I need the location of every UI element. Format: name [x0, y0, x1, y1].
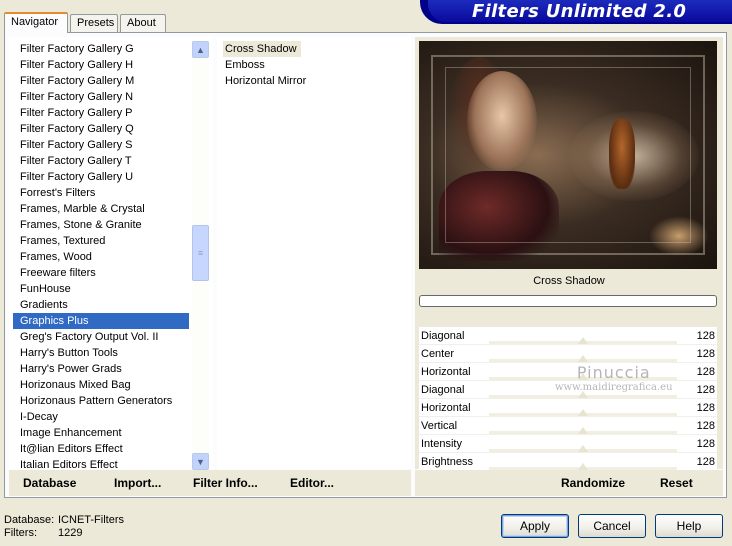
app-title: Filters Unlimited 2.0 — [472, 1, 687, 22]
category-item[interactable]: It@lian Editors Effect — [13, 441, 189, 457]
list-toolbar: Database Import... Filter Info... Editor… — [9, 470, 411, 496]
preview-toolbar: Randomize Reset — [415, 470, 723, 496]
parameter-slider[interactable]: Diagonal 128 — [419, 327, 717, 345]
category-item[interactable]: Filter Factory Gallery N — [13, 89, 189, 105]
category-item[interactable]: Filter Factory Gallery P — [13, 105, 189, 121]
selected-filter-name: Cross Shadow — [533, 275, 605, 287]
category-item[interactable]: Filter Factory Gallery U — [13, 169, 189, 185]
parameter-slider[interactable]: Intensity 128 — [419, 435, 717, 453]
category-item[interactable]: Filter Factory Gallery Q — [13, 121, 189, 137]
tab-navigator[interactable]: Navigator — [4, 12, 68, 33]
cancel-button[interactable]: Cancel — [578, 514, 646, 538]
filter-info-button[interactable]: Filter Info... — [193, 476, 258, 490]
category-item[interactable]: Filter Factory Gallery G — [13, 41, 189, 57]
category-item[interactable]: Filter Factory Gallery M — [13, 73, 189, 89]
parameter-slider[interactable]: Horizontal 128 — [419, 399, 717, 417]
progress-bar — [419, 295, 717, 307]
tab-presets[interactable]: Presets — [70, 14, 118, 32]
filter-item[interactable]: Cross Shadow — [223, 41, 301, 57]
apply-button[interactable]: Apply — [501, 514, 569, 538]
parameter-slider[interactable]: Horizontal 128 — [419, 363, 717, 381]
scroll-thumb[interactable]: ≡ — [192, 225, 209, 281]
category-item[interactable]: Graphics Plus — [13, 313, 189, 329]
parameter-value: 128 — [696, 348, 715, 360]
parameter-sliders: Diagonal 128 Center 128 Horizontal 128 Diagona… — [419, 327, 717, 471]
category-item[interactable]: Frames, Stone & Granite — [13, 217, 189, 233]
parameter-value: 128 — [696, 420, 715, 432]
parameter-value: 128 — [696, 456, 715, 468]
category-item[interactable]: Horizonaus Pattern Generators — [13, 393, 189, 409]
import-button[interactable]: Import... — [114, 476, 161, 490]
parameter-label: Diagonal — [421, 330, 465, 342]
category-scrollbar[interactable]: ▲ ≡ ▼ — [192, 41, 209, 470]
parameter-slider[interactable]: Vertical 128 — [419, 417, 717, 435]
category-item[interactable]: I-Decay — [13, 409, 189, 425]
category-item[interactable]: Image Enhancement — [13, 425, 189, 441]
preview-panel: Cross Shadow Diagonal 128 Center 128 Horizon… — [415, 37, 723, 471]
category-item[interactable]: Filter Factory Gallery T — [13, 153, 189, 169]
category-item[interactable]: FunHouse — [13, 281, 189, 297]
filter-list: Cross Shadow Emboss Horizontal Mirror — [219, 41, 407, 89]
category-item[interactable]: Harry's Button Tools — [13, 345, 189, 361]
parameter-label: Center — [421, 348, 455, 360]
editor-button[interactable]: Editor... — [290, 476, 334, 490]
parameter-value: 128 — [696, 438, 715, 450]
parameter-label: Intensity — [421, 438, 462, 450]
category-item[interactable]: Horizonaus Mixed Bag — [13, 377, 189, 393]
category-item[interactable]: Harry's Power Grads — [13, 361, 189, 377]
filter-item[interactable]: Horizontal Mirror — [219, 73, 407, 89]
navigator-panel: Filter Factory Gallery G Filter Factory G… — [4, 32, 727, 498]
database-label: Database: — [4, 514, 55, 526]
filter-item[interactable]: Emboss — [219, 57, 407, 73]
category-item[interactable]: Frames, Textured — [13, 233, 189, 249]
category-item[interactable]: Frames, Wood — [13, 249, 189, 265]
parameter-label: Horizontal — [421, 402, 471, 414]
category-item[interactable]: Gradients — [13, 297, 189, 313]
parameter-value: 128 — [696, 330, 715, 342]
parameter-value: 128 — [696, 402, 715, 414]
tab-about[interactable]: About — [120, 14, 166, 32]
database-button[interactable]: Database — [23, 476, 76, 490]
parameter-value: 128 — [696, 366, 715, 378]
help-button[interactable]: Help — [655, 514, 723, 538]
parameter-label: Diagonal — [421, 384, 465, 396]
category-list-panel: Filter Factory Gallery G Filter Factory G… — [9, 37, 213, 471]
scroll-up-button[interactable]: ▲ — [192, 41, 209, 58]
category-item[interactable]: Greg's Factory Output Vol. II — [13, 329, 189, 345]
filter-list-panel: Cross Shadow Emboss Horizontal Mirror — [217, 37, 411, 469]
parameter-label: Brightness — [421, 456, 473, 468]
category-list: Filter Factory Gallery G Filter Factory G… — [13, 41, 189, 473]
parameter-label: Horizontal — [421, 366, 471, 378]
filters-count: 1229 — [58, 527, 83, 539]
app-banner: Filters Unlimited 2.0 — [420, 0, 732, 24]
database-value: ICNET-Filters — [58, 514, 124, 526]
preview-image — [419, 41, 717, 269]
category-item[interactable]: Filter Factory Gallery H — [13, 57, 189, 73]
scroll-down-button[interactable]: ▼ — [192, 453, 209, 470]
category-item[interactable]: Frames, Marble & Crystal — [13, 201, 189, 217]
randomize-button[interactable]: Randomize — [561, 476, 625, 490]
category-item[interactable]: Forrest's Filters — [13, 185, 189, 201]
parameter-slider[interactable]: Diagonal 128 — [419, 381, 717, 399]
filters-label: Filters: — [4, 527, 37, 539]
parameter-value: 128 — [696, 384, 715, 396]
reset-button[interactable]: Reset — [660, 476, 693, 490]
category-item[interactable]: Freeware filters — [13, 265, 189, 281]
preview-frame-inner — [445, 67, 691, 243]
database-info: Database: ICNET-Filters Filters: 1229 — [4, 514, 124, 540]
category-item[interactable]: Filter Factory Gallery S — [13, 137, 189, 153]
parameter-slider[interactable]: Brightness 128 — [419, 453, 717, 471]
parameter-slider[interactable]: Center 128 — [419, 345, 717, 363]
parameter-label: Vertical — [421, 420, 458, 432]
